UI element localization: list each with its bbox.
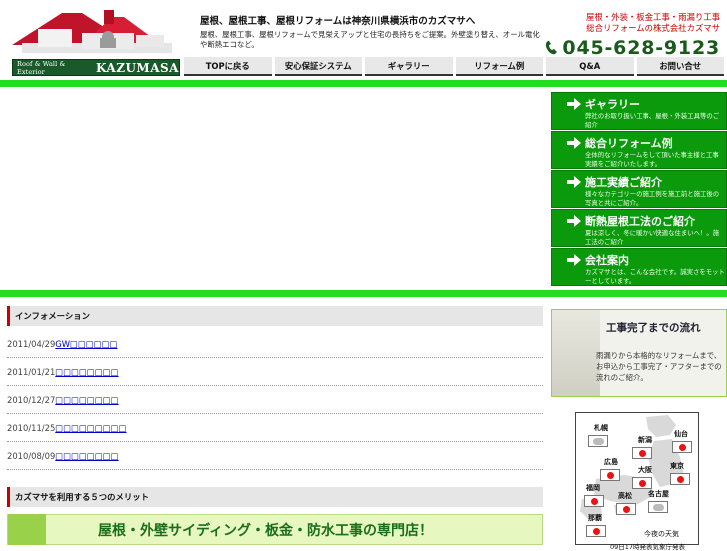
nav-guarantee[interactable]: 安心保証システム bbox=[274, 57, 362, 76]
info-heading: インフォメーション bbox=[7, 306, 543, 326]
info-list: 2011/04/29 GW□□□□□□ 2011/01/21 □□□□□□□□ 20… bbox=[7, 330, 543, 470]
info-link[interactable]: □□□□□□□□ bbox=[55, 395, 118, 405]
side-item-title: 施工実績ご紹介 bbox=[585, 176, 662, 189]
divider-middle bbox=[0, 290, 727, 297]
divider-top bbox=[0, 80, 727, 87]
arrow-right-icon bbox=[567, 254, 581, 266]
arrow-right-icon bbox=[567, 98, 581, 110]
header: Roof & Wall & Exterior KAZUMASA 屋根、屋根工事、… bbox=[0, 0, 727, 80]
list-item: 2010/08/09 □□□□□□□□ bbox=[7, 442, 543, 470]
logo-subtitle: Roof & Wall & Exterior bbox=[17, 59, 66, 76]
phone-number[interactable]: 045-628-9123 bbox=[562, 37, 720, 59]
nav-qa[interactable]: Q&A bbox=[546, 57, 634, 76]
info-link[interactable]: □□□□□□□□□ bbox=[55, 423, 126, 433]
info-link[interactable]: □□□□□□□□ bbox=[55, 367, 118, 377]
weather-caption: 今夜の天気 bbox=[644, 530, 679, 538]
flow-desc: 雨漏りから本格的なリフォームまで、お申込から工事完了・アフターまでの流れのご紹介… bbox=[596, 351, 722, 382]
info-date: 2010/12/27 bbox=[7, 394, 56, 405]
list-item: 2011/01/21 □□□□□□□□ bbox=[7, 358, 543, 386]
side-item-desc: 弊社のお取り扱い工事、屋根・外装工具等のご紹介 bbox=[585, 112, 720, 129]
flow-box[interactable]: 工事完了までの流れ 雨漏りから本格的なリフォームまで、お申込から工事完了・アフタ… bbox=[551, 309, 727, 397]
weather-issued: 09日17時発表気象庁発表 bbox=[610, 543, 686, 551]
city-label: 福岡 bbox=[586, 484, 600, 492]
cloud-icon bbox=[588, 435, 608, 447]
nav-reform[interactable]: リフォーム例 bbox=[455, 57, 543, 76]
info-link[interactable]: GW□□□□□□ bbox=[55, 339, 117, 349]
sun-icon bbox=[632, 477, 652, 489]
side-item-title: ギャラリー bbox=[585, 98, 640, 111]
list-item: 2010/11/25 □□□□□□□□□ bbox=[7, 414, 543, 442]
phone-block: 045-628-9123 bbox=[540, 37, 720, 59]
sun-icon bbox=[586, 525, 606, 537]
side-item-company[interactable]: 会社案内 カズマサとは、こんな会社です。誠実さをモットーとしています。 bbox=[551, 248, 727, 286]
city-label: 東京 bbox=[670, 462, 684, 470]
side-item-title: 総合リフォーム例 bbox=[585, 137, 673, 150]
logo[interactable]: Roof & Wall & Exterior KAZUMASA bbox=[12, 5, 180, 77]
cloud-icon bbox=[648, 501, 668, 513]
weather-map[interactable]: 札幌 新潟 仙台 広島 大阪 東京 福岡 高松 名古屋 那覇 今夜の天気 09日… bbox=[575, 412, 699, 551]
logo-brand: KAZUMASA bbox=[95, 60, 179, 75]
main-nav: TOPに戻る 安心保証システム ギャラリー リフォーム例 Q&A お問い合せ bbox=[184, 57, 724, 76]
nav-gallery[interactable]: ギャラリー bbox=[365, 57, 453, 76]
side-menu: ギャラリー 弊社のお取り扱い工事、屋根・外装工具等のご紹介 総合リフォーム例 全… bbox=[551, 92, 727, 287]
logo-banner: Roof & Wall & Exterior KAZUMASA bbox=[12, 59, 180, 76]
info-date: 2011/04/29 bbox=[7, 338, 56, 349]
city-label: 大阪 bbox=[638, 466, 652, 474]
city-label: 名古屋 bbox=[648, 490, 669, 498]
services-line: 屋根・外装・板金工事・雨漏り工事 bbox=[586, 12, 720, 22]
merit-heading: カズマサを利用する５つのメリット bbox=[7, 487, 543, 507]
city-label: 新潟 bbox=[638, 436, 652, 444]
info-link[interactable]: □□□□□□□□ bbox=[55, 451, 118, 461]
room-photo bbox=[552, 310, 600, 396]
arrow-right-icon bbox=[567, 215, 581, 227]
sun-icon bbox=[670, 473, 690, 485]
header-text: 屋根、屋根工事、屋根リフォームは神奈川県横浜市のカズマサへ 屋根、屋根工事、屋根… bbox=[200, 13, 540, 50]
side-item-works[interactable]: 施工実績ご紹介 様々なカテゴリーの施工例を施工前と施工後の写真と共にご紹介。 bbox=[551, 170, 727, 208]
city-label: 仙台 bbox=[674, 430, 688, 438]
side-item-reform[interactable]: 総合リフォーム例 全体的なリフォームをして頂いた事主様と工事実績をご紹介いたしま… bbox=[551, 131, 727, 169]
side-item-desc: 全体的なリフォームをして頂いた事主様と工事実績をご紹介いたします。 bbox=[585, 151, 719, 168]
side-item-title: 会社案内 bbox=[585, 254, 629, 267]
side-item-insulation[interactable]: 断熱屋根工法のご紹介 夏は涼しく、冬に暖かい快適な住まいへ！。施工法のご紹介 bbox=[551, 209, 727, 247]
city-label: 高松 bbox=[618, 492, 632, 500]
side-item-desc: 様々なカテゴリーの施工例を施工前と施工後の写真と共にご紹介。 bbox=[585, 190, 720, 207]
city-label: 広島 bbox=[604, 458, 618, 466]
banner-text: 屋根・外壁サイディング・板金・防水工事の専門店！ bbox=[98, 522, 434, 539]
arrow-right-icon bbox=[567, 137, 581, 149]
company-line: 総合リフォームの株式会社カズマサ bbox=[586, 23, 720, 33]
arrow-right-icon bbox=[567, 176, 581, 188]
city-label: 札幌 bbox=[594, 424, 608, 432]
nav-contact[interactable]: お問い合せ bbox=[636, 57, 724, 76]
sun-icon bbox=[672, 441, 692, 453]
side-item-desc: カズマサとは、こんな会社です。誠実さをモットーとしています。 bbox=[585, 268, 725, 285]
header-contact: 屋根・外装・板金工事・雨漏り工事 総合リフォームの株式会社カズマサ 045-62… bbox=[540, 12, 720, 59]
house-logo-icon bbox=[12, 10, 172, 53]
sun-icon bbox=[600, 469, 620, 481]
side-item-desc: 夏は涼しく、冬に暖かい快適な住まいへ！。施工法のご紹介 bbox=[585, 229, 720, 246]
info-date: 2010/08/09 bbox=[7, 450, 56, 461]
side-item-title: 断熱屋根工法のご紹介 bbox=[585, 215, 695, 228]
sun-icon bbox=[632, 447, 652, 459]
sun-icon bbox=[616, 503, 636, 515]
site-title: 屋根、屋根工事、屋根リフォームは神奈川県横浜市のカズマサへ bbox=[200, 16, 476, 27]
list-item: 2011/04/29 GW□□□□□□ bbox=[7, 330, 543, 358]
specialist-banner[interactable]: 屋根・外壁サイディング・板金・防水工事の専門店！ bbox=[7, 514, 543, 545]
info-date: 2010/11/25 bbox=[7, 422, 56, 433]
city-label: 那覇 bbox=[588, 514, 602, 522]
site-description: 屋根、屋根工事、屋根リフォームで見栄えアップと住宅の長持ちをご提案。外壁塗り替え… bbox=[200, 30, 540, 49]
phone-icon bbox=[546, 41, 558, 55]
list-item: 2010/12/27 □□□□□□□□ bbox=[7, 386, 543, 414]
info-date: 2011/01/21 bbox=[7, 366, 56, 377]
nav-top[interactable]: TOPに戻る bbox=[184, 57, 272, 76]
sun-icon bbox=[584, 495, 604, 507]
side-item-gallery[interactable]: ギャラリー 弊社のお取り扱い工事、屋根・外装工具等のご紹介 bbox=[551, 92, 727, 130]
flow-title: 工事完了までの流れ bbox=[606, 322, 701, 334]
banner-deco-icon bbox=[8, 514, 46, 545]
